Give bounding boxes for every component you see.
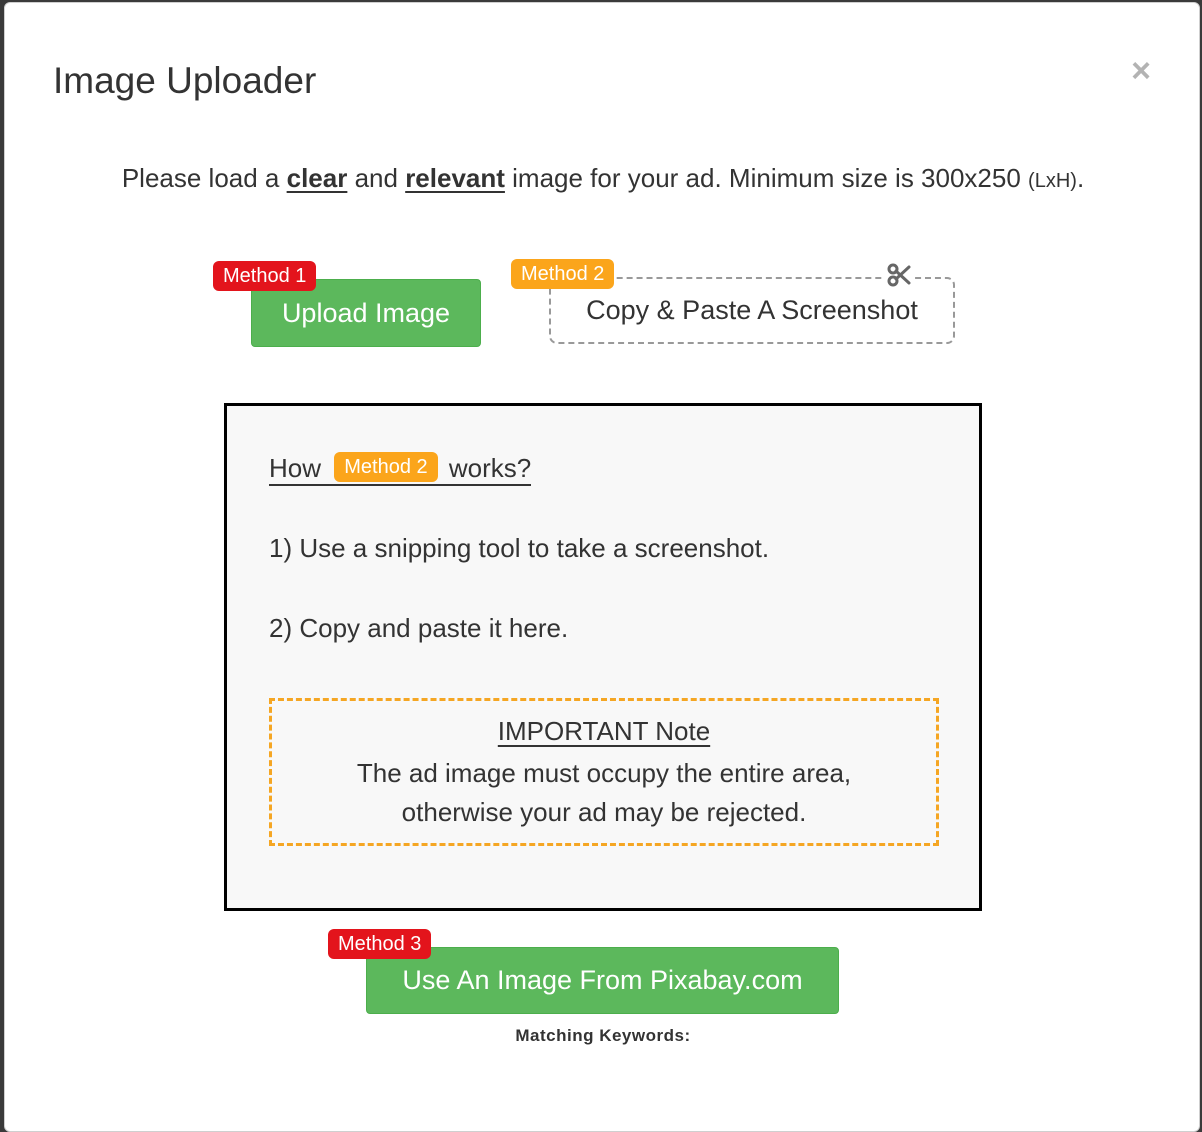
intro-prefix: Please load a	[121, 163, 287, 193]
method-1-badge: Method 1	[213, 261, 317, 291]
screenshot-paste-area[interactable]: How Method 2 works? 1) Use a snipping to…	[224, 403, 982, 911]
intro-suffix: image for your ad. Minimum size is 300x2…	[504, 163, 1029, 193]
note-title-text: IMPORTANT Note	[497, 716, 711, 746]
pixabay-image-button[interactable]: Use An Image From Pixabay.com	[366, 947, 839, 1014]
intro-end: .	[1076, 163, 1085, 193]
image-uploader-modal: Image Uploader × Please load a clear and…	[4, 2, 1200, 1132]
note-line-2: otherwise your ad may be rejected.	[401, 797, 807, 827]
intro-clear: clear	[286, 163, 348, 193]
close-icon[interactable]: ×	[1123, 53, 1159, 89]
how-method-2-heading: How Method 2 works?	[269, 448, 532, 486]
intro-relevant: relevant	[405, 163, 505, 193]
how-prefix: How	[269, 453, 329, 483]
step-1-text: 1) Use a snipping tool to take a screens…	[269, 533, 770, 563]
intro-text: Please load a clear and relevant image f…	[5, 160, 1201, 199]
matching-keywords-label: Matching Keywords:	[515, 1026, 691, 1045]
scissors-icon	[885, 261, 913, 289]
intro-dimension-hint: (LxH)	[1028, 170, 1077, 192]
important-note-box: IMPORTANT Note The ad image must occupy …	[269, 698, 939, 846]
how-method-2-badge: Method 2	[334, 452, 438, 482]
method-2-badge: Method 2	[511, 259, 615, 289]
intro-and: and	[347, 163, 406, 193]
how-suffix: works?	[441, 453, 532, 483]
step-2-text: 2) Copy and paste it here.	[269, 613, 569, 643]
note-title: IMPORTANT Note	[272, 715, 936, 747]
note-line-1: The ad image must occupy the entire area…	[356, 758, 852, 788]
method-3-badge: Method 3	[328, 929, 432, 959]
modal-title: Image Uploader	[53, 60, 317, 101]
